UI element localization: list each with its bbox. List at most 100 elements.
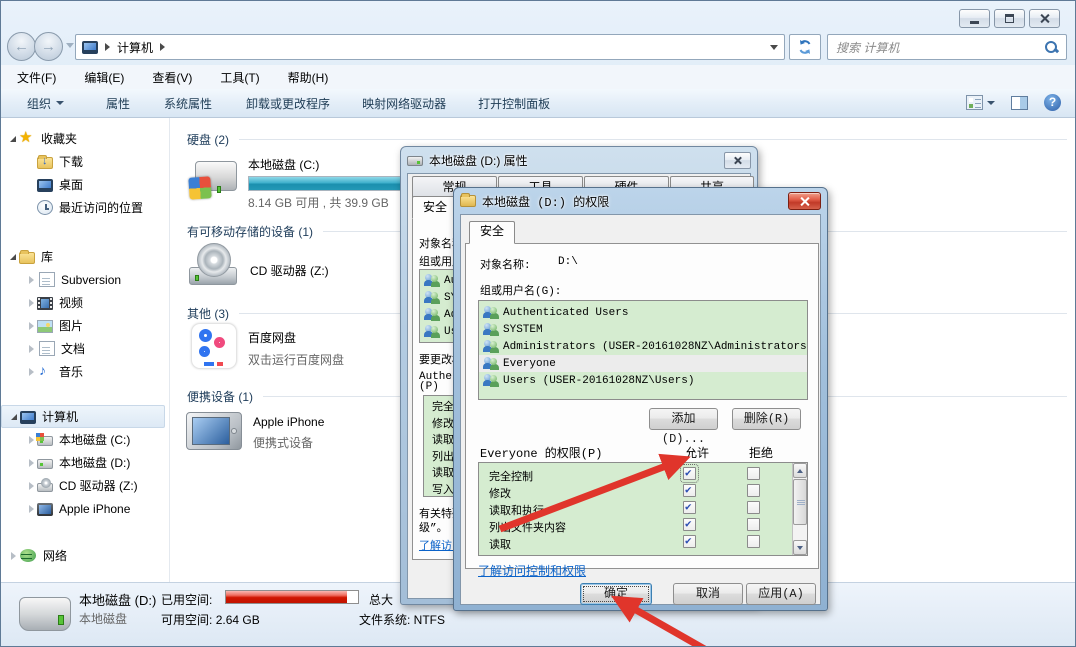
scrollbar[interactable] bbox=[792, 463, 807, 555]
sidebar-item-cd-drive[interactable]: CD 驱动器 (Z:) bbox=[1, 474, 169, 497]
allow-checkbox-read-execute[interactable] bbox=[683, 500, 696, 514]
apple-iphone-item[interactable]: Apple iPhone 便携式设备 bbox=[186, 406, 324, 451]
tab-security[interactable]: 安全 bbox=[412, 196, 458, 219]
preview-pane-button[interactable] bbox=[1011, 95, 1028, 110]
organize-button[interactable]: 组织 bbox=[25, 95, 66, 112]
list-item-administrators[interactable]: Administrators (USER-20161028NZ\Administ… bbox=[479, 338, 807, 355]
expander-icon[interactable] bbox=[27, 481, 37, 491]
sidebar-item-network[interactable]: 网络 bbox=[1, 544, 169, 567]
object-name-value: D:\ bbox=[558, 256, 578, 268]
address-bar[interactable]: 计算机 bbox=[75, 34, 785, 60]
list-item-authenticated-users[interactable]: Authenticated Users bbox=[479, 304, 807, 321]
map-network-drive-button[interactable]: 映射网络驱动器 bbox=[360, 95, 448, 112]
expander-icon[interactable] bbox=[27, 344, 37, 354]
close-button[interactable] bbox=[724, 151, 751, 169]
group-list[interactable]: Authenticated Users SYSTEM Administrator… bbox=[478, 300, 808, 400]
menu-file[interactable]: 文件(F) bbox=[17, 69, 56, 86]
sidebar-item-desktop[interactable]: 桌面 bbox=[1, 173, 169, 196]
allow-checkbox-modify[interactable] bbox=[683, 483, 696, 497]
learn-link[interactable]: 了解访问控制和权限 bbox=[478, 562, 586, 579]
menu-view[interactable]: 查看(V) bbox=[152, 69, 192, 86]
expander-icon[interactable] bbox=[27, 458, 37, 468]
cd-drive-item[interactable]: CD 驱动器 (Z:) bbox=[189, 243, 329, 287]
scrollbar-thumb[interactable] bbox=[793, 479, 807, 525]
expander-icon[interactable] bbox=[27, 275, 37, 285]
cd-drive-icon bbox=[37, 478, 53, 492]
sidebar-item-apple-iphone[interactable]: Apple iPhone bbox=[1, 497, 169, 520]
back-button[interactable]: ← bbox=[7, 32, 36, 61]
scroll-up-button[interactable] bbox=[793, 463, 807, 478]
menu-help[interactable]: 帮助(H) bbox=[288, 69, 329, 86]
properties-dialog-titlebar[interactable]: 本地磁盘 (D:) 属性 bbox=[407, 147, 751, 173]
menu-tools[interactable]: 工具(T) bbox=[220, 69, 259, 86]
sidebar-item-subversion[interactable]: Subversion bbox=[1, 268, 169, 291]
sidebar-item-libraries[interactable]: 库 bbox=[1, 245, 169, 268]
system-properties-button[interactable]: 系统属性 bbox=[162, 95, 214, 112]
menu-edit[interactable]: 编辑(E) bbox=[84, 69, 124, 86]
deny-checkbox-read[interactable] bbox=[747, 535, 760, 548]
apply-button[interactable]: 应用(A) bbox=[746, 583, 816, 605]
sidebar-item-videos[interactable]: 视频 bbox=[1, 291, 169, 314]
sidebar-item-disk-d[interactable]: 本地磁盘 (D:) bbox=[1, 451, 169, 474]
expander-icon[interactable] bbox=[27, 367, 37, 377]
sidebar-item-disk-c[interactable]: 本地磁盘 (C:) bbox=[1, 428, 169, 451]
list-item-system[interactable]: SYSTEM bbox=[479, 321, 807, 338]
open-control-panel-button[interactable]: 打开控制面板 bbox=[476, 95, 552, 112]
drive-c-item[interactable]: 本地磁盘 (C:) 8.14 GB 可用 , 共 39.9 GB bbox=[188, 153, 401, 211]
breadcrumb[interactable]: 计算机 bbox=[117, 39, 153, 56]
views-button[interactable] bbox=[966, 95, 995, 110]
baidu-netdisk-item[interactable]: 百度网盘 双击运行百度网盘 bbox=[191, 323, 344, 369]
expander-icon[interactable] bbox=[27, 298, 37, 308]
pane-divider[interactable] bbox=[169, 118, 170, 584]
user-name: Administrators (USER-20161028NZ\Administ… bbox=[503, 340, 807, 353]
sidebar-item-documents[interactable]: 文档 bbox=[1, 337, 169, 360]
search-icon[interactable] bbox=[1044, 40, 1058, 54]
expander-icon[interactable] bbox=[9, 551, 19, 561]
search-input[interactable]: 搜索 计算机 bbox=[827, 34, 1067, 60]
expander-icon[interactable] bbox=[27, 321, 37, 331]
minimize-button[interactable] bbox=[959, 9, 990, 28]
sidebar-item-pictures[interactable]: 图片 bbox=[1, 314, 169, 337]
cancel-button[interactable]: 取消 bbox=[673, 583, 743, 605]
uninstall-program-button[interactable]: 卸载或更改程序 bbox=[244, 95, 332, 112]
expander-icon[interactable] bbox=[10, 412, 20, 422]
tab-security[interactable]: 安全 bbox=[469, 221, 515, 244]
sidebar-item-favorites[interactable]: 收藏夹 bbox=[1, 127, 169, 150]
expander-icon[interactable] bbox=[27, 504, 37, 514]
allow-checkbox-read[interactable] bbox=[683, 534, 696, 548]
deny-checkbox-list-contents[interactable] bbox=[747, 518, 760, 531]
allow-checkbox-full-control[interactable] bbox=[680, 464, 699, 483]
deny-checkbox-modify[interactable] bbox=[747, 484, 760, 497]
refresh-button[interactable] bbox=[789, 34, 821, 60]
sidebar-item-music[interactable]: 音乐 bbox=[1, 360, 169, 383]
close-button[interactable] bbox=[788, 192, 821, 210]
history-dropdown-icon[interactable] bbox=[66, 43, 74, 48]
expander-icon[interactable] bbox=[9, 134, 19, 144]
permissions-dialog-titlebar[interactable]: 本地磁盘 (D:) 的权限 bbox=[460, 188, 821, 214]
sidebar-item-label: 桌面 bbox=[59, 178, 84, 192]
list-item-users[interactable]: Users (USER-20161028NZ\Users) bbox=[479, 372, 807, 389]
hard-drive-icon bbox=[19, 597, 71, 631]
maximize-button[interactable] bbox=[994, 9, 1025, 28]
allow-checkbox-list-contents[interactable] bbox=[683, 517, 696, 531]
used-space-bar bbox=[225, 590, 359, 604]
permissions-list[interactable]: 完全控制 修改 读取和执行 列出文件夹内容 读取 bbox=[478, 462, 808, 556]
sidebar-item-computer[interactable]: 计算机 bbox=[1, 405, 165, 428]
expander-icon[interactable] bbox=[9, 252, 19, 262]
add-button[interactable]: 添加(D)... bbox=[649, 408, 718, 446]
forward-button[interactable]: → bbox=[34, 32, 63, 61]
sidebar-item-recent-places[interactable]: 最近访问的位置 bbox=[1, 196, 169, 219]
remove-button[interactable]: 删除(R) bbox=[732, 408, 801, 430]
help-icon[interactable]: ? bbox=[1044, 94, 1061, 111]
breadcrumb-arrow-icon[interactable] bbox=[160, 43, 166, 51]
properties-button[interactable]: 属性 bbox=[104, 95, 132, 112]
address-dropdown-icon[interactable] bbox=[770, 44, 778, 50]
close-button[interactable] bbox=[1029, 9, 1060, 28]
sidebar-item-downloads[interactable]: 下载 bbox=[1, 150, 169, 173]
list-item-everyone[interactable]: Everyone bbox=[479, 355, 807, 372]
ok-button[interactable]: 确定 bbox=[580, 583, 652, 605]
deny-checkbox-read-execute[interactable] bbox=[747, 501, 760, 514]
scroll-down-button[interactable] bbox=[793, 540, 807, 555]
breadcrumb-arrow-icon[interactable] bbox=[105, 43, 110, 51]
deny-checkbox-full-control[interactable] bbox=[747, 467, 760, 480]
